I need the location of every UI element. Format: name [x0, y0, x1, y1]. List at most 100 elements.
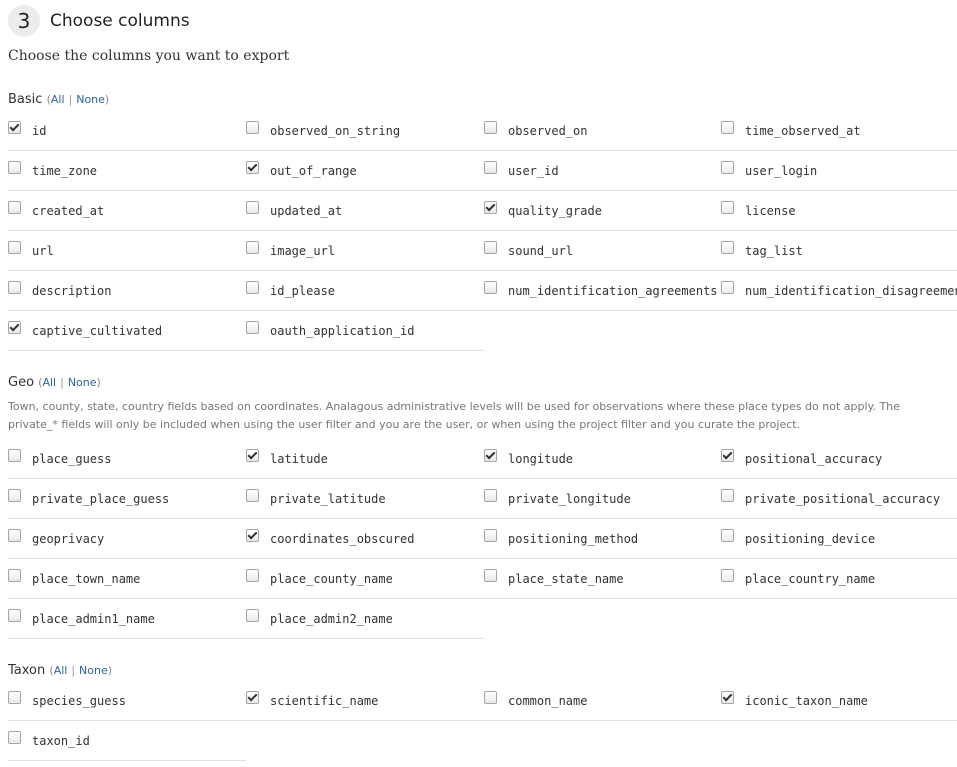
- column-option-place-admin2-name[interactable]: place_admin2_name: [246, 599, 393, 638]
- column-option-sound-url[interactable]: sound_url: [484, 231, 573, 270]
- column-checkbox[interactable]: [484, 161, 497, 174]
- column-option-private-longitude[interactable]: private_longitude: [484, 479, 631, 518]
- column-checkbox[interactable]: [721, 489, 734, 502]
- column-option-label: place_town_name: [32, 571, 141, 586]
- column-checkbox[interactable]: [8, 609, 21, 622]
- column-option-image-url[interactable]: image_url: [246, 231, 335, 270]
- column-checkbox[interactable]: [246, 161, 259, 174]
- column-option-scientific-name[interactable]: scientific_name: [246, 681, 378, 720]
- column-checkbox[interactable]: [8, 201, 21, 214]
- column-checkbox[interactable]: [246, 449, 259, 462]
- column-option-species-guess[interactable]: species_guess: [8, 681, 126, 720]
- column-checkbox[interactable]: [721, 201, 734, 214]
- column-checkbox[interactable]: [8, 241, 21, 254]
- column-option-tag-list[interactable]: tag_list: [721, 231, 803, 270]
- column-checkbox[interactable]: [246, 691, 259, 704]
- column-option-observed-on-string[interactable]: observed_on_string: [246, 111, 400, 150]
- column-option-updated-at[interactable]: updated_at: [246, 191, 342, 230]
- column-option-id-please[interactable]: id_please: [246, 271, 335, 310]
- column-checkbox[interactable]: [8, 321, 21, 334]
- column-option-id[interactable]: id: [8, 111, 46, 150]
- column-option-label: id: [32, 123, 47, 138]
- column-checkbox[interactable]: [246, 241, 259, 254]
- column-option-place-town-name[interactable]: place_town_name: [8, 559, 140, 598]
- column-checkbox[interactable]: [721, 569, 734, 582]
- column-checkbox[interactable]: [484, 281, 497, 294]
- column-checkbox[interactable]: [8, 449, 21, 462]
- column-option-positioning-method[interactable]: positioning_method: [484, 519, 638, 558]
- column-option-place-guess[interactable]: place_guess: [8, 439, 111, 478]
- column-option-taxon-id[interactable]: taxon_id: [8, 721, 90, 760]
- basic-select-all-link[interactable]: All: [51, 93, 65, 106]
- column-option-quality-grade[interactable]: quality_grade: [484, 191, 602, 230]
- column-option-place-state-name[interactable]: place_state_name: [484, 559, 624, 598]
- column-checkbox[interactable]: [8, 121, 21, 134]
- column-option-latitude[interactable]: latitude: [246, 439, 328, 478]
- column-checkbox[interactable]: [8, 529, 21, 542]
- column-option-description[interactable]: description: [8, 271, 111, 310]
- column-option-place-country-name[interactable]: place_country_name: [721, 559, 875, 598]
- column-checkbox[interactable]: [721, 161, 734, 174]
- column-option-geoprivacy[interactable]: geoprivacy: [8, 519, 104, 558]
- column-checkbox[interactable]: [721, 121, 734, 134]
- column-option-coordinates-obscured[interactable]: coordinates_obscured: [246, 519, 415, 558]
- column-option-place-county-name[interactable]: place_county_name: [246, 559, 393, 598]
- column-checkbox[interactable]: [721, 691, 734, 704]
- column-option-private-place-guess[interactable]: private_place_guess: [8, 479, 169, 518]
- column-checkbox[interactable]: [721, 529, 734, 542]
- column-option-place-admin1-name[interactable]: place_admin1_name: [8, 599, 155, 638]
- column-option-private-positional-accuracy[interactable]: private_positional_accuracy: [721, 479, 940, 518]
- column-option-oauth-application-id[interactable]: oauth_application_id: [246, 311, 415, 350]
- column-checkbox[interactable]: [721, 281, 734, 294]
- column-checkbox[interactable]: [484, 121, 497, 134]
- column-option-num-identification-disagreements[interactable]: num_identification_disagreements: [721, 271, 957, 310]
- column-checkbox[interactable]: [484, 489, 497, 502]
- column-option-user-login[interactable]: user_login: [721, 151, 817, 190]
- column-option-out-of-range[interactable]: out_of_range: [246, 151, 357, 190]
- column-option-time-zone[interactable]: time_zone: [8, 151, 97, 190]
- column-checkbox[interactable]: [246, 569, 259, 582]
- column-checkbox[interactable]: [246, 121, 259, 134]
- column-option-time-observed-at[interactable]: time_observed_at: [721, 111, 861, 150]
- column-checkbox[interactable]: [721, 241, 734, 254]
- column-checkbox[interactable]: [721, 449, 734, 462]
- column-option-url[interactable]: url: [8, 231, 54, 270]
- column-option-common-name[interactable]: common_name: [484, 681, 587, 720]
- column-checkbox[interactable]: [8, 161, 21, 174]
- column-checkbox[interactable]: [246, 201, 259, 214]
- basic-column-row: time_zone out_of_range user_id user_login: [8, 151, 957, 191]
- column-option-positional-accuracy[interactable]: positional_accuracy: [721, 439, 882, 478]
- column-checkbox[interactable]: [484, 449, 497, 462]
- column-checkbox[interactable]: [8, 281, 21, 294]
- column-checkbox[interactable]: [246, 609, 259, 622]
- column-option-captive-cultivated[interactable]: captive_cultivated: [8, 311, 162, 350]
- column-option-created-at[interactable]: created_at: [8, 191, 104, 230]
- column-option-label: id_please: [270, 283, 336, 298]
- basic-select-none-link[interactable]: None: [76, 93, 105, 106]
- column-checkbox[interactable]: [484, 691, 497, 704]
- column-checkbox[interactable]: [246, 321, 259, 334]
- taxon-select-all-link[interactable]: All: [54, 664, 68, 677]
- column-checkbox[interactable]: [484, 201, 497, 214]
- column-checkbox[interactable]: [246, 281, 259, 294]
- column-checkbox[interactable]: [8, 731, 21, 744]
- column-checkbox[interactable]: [484, 529, 497, 542]
- column-option-longitude[interactable]: longitude: [484, 439, 573, 478]
- column-checkbox[interactable]: [246, 489, 259, 502]
- column-option-num-identification-agreements[interactable]: num_identification_agreements: [484, 271, 718, 310]
- column-option-license[interactable]: license: [721, 191, 796, 230]
- geo-select-none-link[interactable]: None: [68, 376, 97, 389]
- geo-select-all-link[interactable]: All: [42, 376, 56, 389]
- column-checkbox[interactable]: [484, 569, 497, 582]
- column-checkbox[interactable]: [8, 691, 21, 704]
- column-option-user-id[interactable]: user_id: [484, 151, 559, 190]
- column-checkbox[interactable]: [8, 489, 21, 502]
- column-option-positioning-device[interactable]: positioning_device: [721, 519, 875, 558]
- column-checkbox[interactable]: [246, 529, 259, 542]
- column-checkbox[interactable]: [484, 241, 497, 254]
- column-option-iconic-taxon-name[interactable]: iconic_taxon_name: [721, 681, 868, 720]
- column-option-private-latitude[interactable]: private_latitude: [246, 479, 386, 518]
- column-checkbox[interactable]: [8, 569, 21, 582]
- taxon-select-none-link[interactable]: None: [79, 664, 108, 677]
- column-option-observed-on[interactable]: observed_on: [484, 111, 587, 150]
